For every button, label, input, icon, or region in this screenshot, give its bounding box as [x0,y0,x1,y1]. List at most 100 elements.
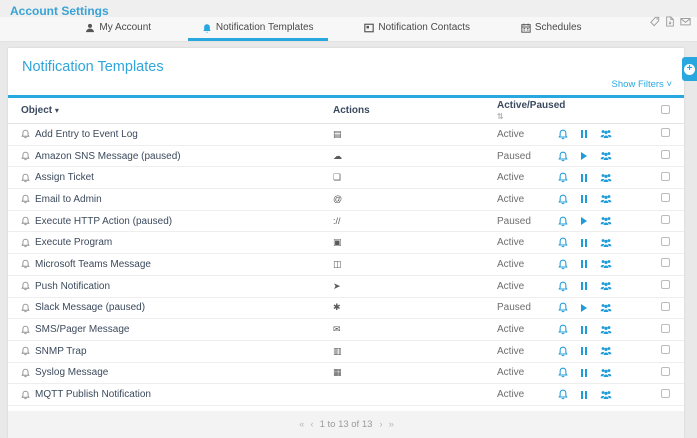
bell-icon [21,238,30,248]
next-page-button[interactable]: › [379,419,381,430]
row-checkbox[interactable] [661,345,670,354]
action-type-icon: ◫ [333,259,497,270]
pause-button[interactable] [580,326,588,334]
test-notification-bell-icon[interactable] [558,172,568,183]
row-checkbox[interactable] [661,150,670,159]
row-object-label[interactable]: MQTT Publish Notification [35,389,151,400]
used-by-icon[interactable] [600,173,612,183]
table-row: Execute Program ▣ Active [8,232,684,254]
envelope-icon[interactable] [680,14,690,25]
used-by-icon[interactable] [600,368,612,378]
pagination-label: 1 to 13 of 13 [320,419,373,430]
test-notification-bell-icon[interactable] [558,281,568,292]
used-by-icon[interactable] [600,194,612,204]
row-status: Active [497,367,558,378]
pause-button[interactable] [580,130,588,138]
test-notification-bell-icon[interactable] [558,129,568,140]
row-object-label[interactable]: Syslog Message [35,367,108,378]
bell-icon [21,368,30,378]
row-checkbox[interactable] [661,128,670,137]
show-filters-link[interactable]: Show Filters ˅ [612,79,672,90]
tab-notification-contacts[interactable]: Notification Contacts [350,17,484,41]
pause-button[interactable] [580,347,588,355]
row-status: Active [497,259,558,270]
tab-my-account[interactable]: My Account [71,17,165,41]
row-object-label[interactable]: SNMP Trap [35,346,87,357]
row-status: Paused [497,302,558,313]
table-row: SNMP Trap ▥ Active [8,341,684,363]
test-notification-bell-icon[interactable] [558,259,568,270]
tab-bar: My Account Notification Templates Notifi… [0,17,697,42]
used-by-icon[interactable] [600,303,612,313]
row-checkbox[interactable] [661,237,670,246]
row-checkbox[interactable] [661,172,670,181]
table-row: SMS/Pager Message ✉ Active [8,319,684,341]
row-checkbox[interactable] [661,324,670,333]
bell-icon [202,23,212,33]
test-notification-bell-icon[interactable] [558,194,568,205]
test-notification-bell-icon[interactable] [558,324,568,335]
row-object-label[interactable]: Execute Program [35,237,112,248]
prev-page-button[interactable]: ‹ [310,419,312,430]
column-active-paused[interactable]: Active/Paused ⇅ [497,100,558,122]
pause-button[interactable] [580,260,588,268]
row-checkbox[interactable] [661,367,670,376]
row-object-label[interactable]: Amazon SNS Message (paused) [35,151,181,162]
table-row: Amazon SNS Message (paused) ☁ Paused [8,146,684,168]
row-checkbox[interactable] [661,389,670,398]
row-checkbox[interactable] [661,280,670,289]
last-page-button[interactable]: » [389,419,393,430]
resume-button[interactable] [580,217,588,225]
row-checkbox[interactable] [661,302,670,311]
used-by-icon[interactable] [600,259,612,269]
used-by-icon[interactable] [600,281,612,291]
row-object-label[interactable]: Email to Admin [35,194,102,205]
pause-button[interactable] [580,174,588,182]
row-status: Active [497,281,558,292]
test-notification-bell-icon[interactable] [558,367,568,378]
pagination: « ‹ 1 to 13 of 13 › » [8,411,684,438]
row-object-label[interactable]: Push Notification [35,281,110,292]
pause-button[interactable] [580,282,588,290]
resume-button[interactable] [580,304,588,312]
row-object-label[interactable]: Execute HTTP Action (paused) [35,216,172,227]
used-by-icon[interactable] [600,216,612,226]
tab-schedules[interactable]: Schedules [507,17,596,41]
used-by-icon[interactable] [600,325,612,335]
calendar-icon [521,23,531,33]
first-page-button[interactable]: « [299,419,303,430]
select-all-checkbox[interactable] [661,105,670,114]
used-by-icon[interactable] [600,390,612,400]
used-by-icon[interactable] [600,238,612,248]
pause-button[interactable] [580,391,588,399]
test-notification-bell-icon[interactable] [558,151,568,162]
row-object-label[interactable]: Assign Ticket [35,172,94,183]
pause-button[interactable] [580,239,588,247]
ticket-icon[interactable] [650,14,660,25]
report-icon[interactable] [665,14,675,25]
used-by-icon[interactable] [600,151,612,161]
row-object-label[interactable]: SMS/Pager Message [35,324,130,335]
action-type-icon: ✱ [333,302,497,313]
test-notification-bell-icon[interactable] [558,216,568,227]
test-notification-bell-icon[interactable] [558,346,568,357]
pause-button[interactable] [580,369,588,377]
used-by-icon[interactable] [600,129,612,139]
used-by-icon[interactable] [600,346,612,356]
row-object-label[interactable]: Add Entry to Event Log [35,129,138,140]
row-object-label[interactable]: Microsoft Teams Message [35,259,151,270]
row-checkbox[interactable] [661,258,670,267]
bell-icon [21,346,30,356]
column-object[interactable]: Object ▾ [21,105,333,116]
action-type-icon: :// [333,216,497,226]
tab-notification-templates[interactable]: Notification Templates [188,17,328,41]
row-object-label[interactable]: Slack Message (paused) [35,302,145,313]
add-notification-template-button[interactable]: + [682,57,697,81]
resume-button[interactable] [580,152,588,160]
row-checkbox[interactable] [661,215,670,224]
test-notification-bell-icon[interactable] [558,237,568,248]
pause-button[interactable] [580,195,588,203]
test-notification-bell-icon[interactable] [558,302,568,313]
row-checkbox[interactable] [661,193,670,202]
test-notification-bell-icon[interactable] [558,389,568,400]
